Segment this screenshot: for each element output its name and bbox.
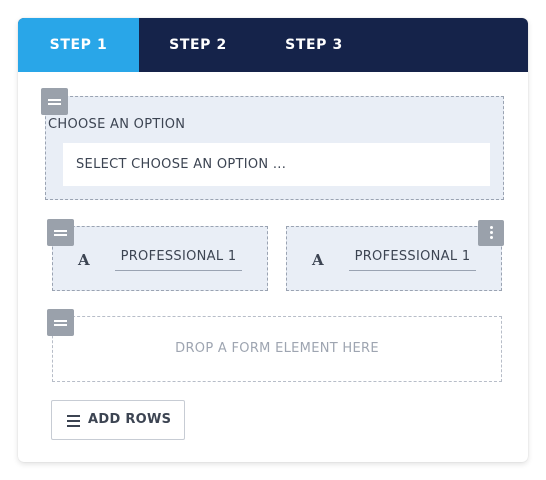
tab-step-3[interactable]: STEP 3 xyxy=(257,18,371,72)
text-field-type-icon: A xyxy=(312,251,324,269)
step-tabs: STEP 1 STEP 2 STEP 3 xyxy=(18,18,528,72)
professional-field-left[interactable]: PROFESSIONAL 1 xyxy=(115,249,242,271)
add-rows-label: ADD ROWS xyxy=(88,412,172,427)
professional-field-right[interactable]: PROFESSIONAL 1 xyxy=(349,249,476,271)
drop-zone[interactable]: DROP A FORM ELEMENT HERE xyxy=(52,316,502,382)
tab-step-2[interactable]: STEP 2 xyxy=(139,18,257,72)
tab-step-1[interactable]: STEP 1 xyxy=(18,18,139,72)
text-field-type-icon: A xyxy=(78,251,90,269)
add-rows-button[interactable]: ADD ROWS xyxy=(51,400,185,440)
row-3-drag-handle-icon[interactable] xyxy=(47,309,74,336)
row-1-drag-handle-icon[interactable] xyxy=(41,88,68,115)
more-options-icon[interactable] xyxy=(478,220,504,246)
row-2-drag-handle-icon[interactable] xyxy=(47,219,74,246)
choose-option-label: CHOOSE AN OPTION xyxy=(48,117,186,132)
choose-option-select[interactable]: SELECT CHOOSE AN OPTION ... xyxy=(63,143,490,186)
menu-lines-icon xyxy=(67,415,80,427)
